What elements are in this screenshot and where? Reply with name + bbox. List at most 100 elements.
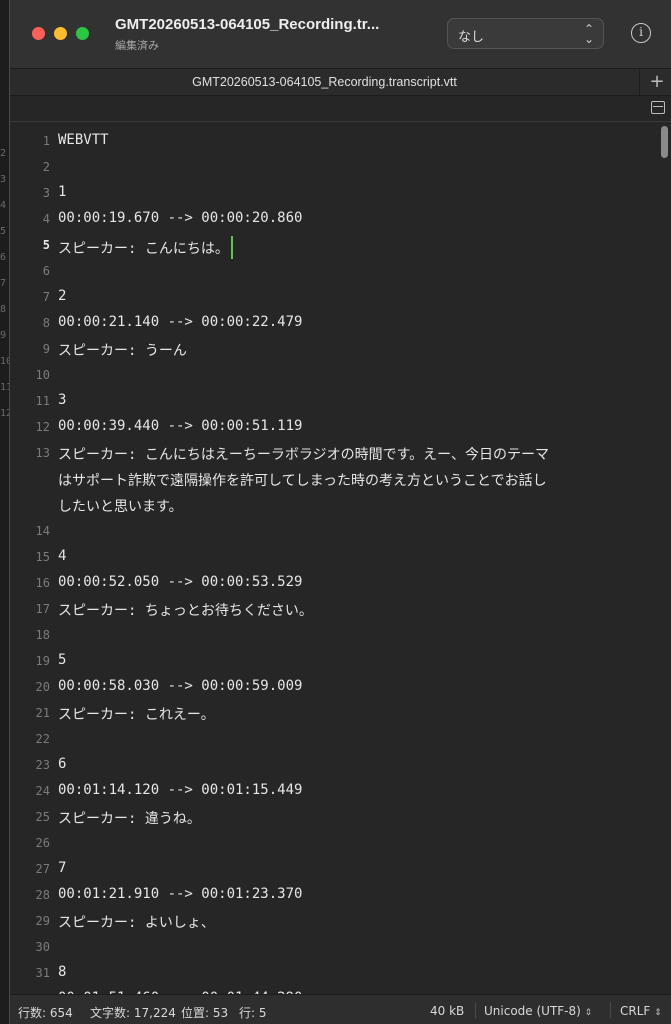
text-line-content: 4 xyxy=(58,548,67,564)
background-line-number: 8 xyxy=(0,304,7,315)
text-line-content: 00:00:52.050 --> 00:00:53.529 xyxy=(58,574,303,590)
text-line-content: 00:01:21.910 --> 00:01:23.370 xyxy=(58,886,303,902)
line-number: 2 xyxy=(42,160,50,174)
line-number: 14 xyxy=(35,524,50,538)
text-line: 8 xyxy=(58,964,66,980)
line-number: 29 xyxy=(35,914,50,928)
text-line: 00:00:39.440 --> 00:00:51.119 xyxy=(58,418,302,434)
text-line: スピーカー: うーん xyxy=(58,340,187,360)
text-line: 2 xyxy=(58,288,66,304)
row-status: 行: 5 xyxy=(239,1006,267,1020)
line-ending-chevron-icon: ⇕ xyxy=(654,1008,662,1018)
background-line-number: 9 xyxy=(0,330,7,341)
line-ending-selector[interactable]: CRLF ⇕ xyxy=(620,1004,662,1018)
line-number: 1 xyxy=(42,134,50,148)
text-line: 00:00:19.670 --> 00:00:20.860 xyxy=(58,210,302,226)
line-number: 28 xyxy=(35,888,50,902)
text-line: スピーカー: こんにちはえーちーラボラジオの時間です。えー、今日のテーマ xyxy=(58,444,549,464)
line-number: 5 xyxy=(42,238,50,252)
up-down-chevron-icon: ⌃ ⌄ xyxy=(583,22,594,46)
line-number: 19 xyxy=(35,654,50,668)
text-line-content: 3 xyxy=(58,392,67,408)
maximize-button[interactable] xyxy=(76,27,89,40)
add-tab-button[interactable]: + xyxy=(646,71,668,93)
close-button[interactable] xyxy=(32,27,45,40)
encoding-chevron-icon: ⇕ xyxy=(584,1008,593,1018)
text-line-content: スピーカー: こんにちは。 xyxy=(58,241,229,257)
background-line-number: 7 xyxy=(0,278,7,289)
line-number: 30 xyxy=(35,940,50,954)
line-number: 4 xyxy=(42,212,50,226)
line-number: 13 xyxy=(35,446,50,460)
text-line: スピーカー: これえー。 xyxy=(58,704,215,724)
line-number: 26 xyxy=(35,836,50,850)
text-line: WEBVTT xyxy=(58,132,109,148)
text-line: 7 xyxy=(58,860,66,876)
line-number: 9 xyxy=(42,342,50,356)
file-size: 40 kB xyxy=(430,1004,465,1018)
text-line-content: 00:00:58.030 --> 00:00:59.009 xyxy=(58,678,303,694)
line-number: 20 xyxy=(35,680,50,694)
line-number: 24 xyxy=(35,784,50,798)
background-line-number: 6 xyxy=(0,252,7,263)
window-controls xyxy=(32,27,89,40)
text-line: 6 xyxy=(58,756,66,772)
line-number: 6 xyxy=(42,264,50,278)
background-line-number: 4 xyxy=(0,200,7,211)
text-editor[interactable]: 1 2 3 4 5 6 7 8 9 10 11 12 13 14 15 16 17 18 19 20 21 22 23 24 2… xyxy=(10,122,671,994)
encoding-selector[interactable]: Unicode (UTF-8) ⇕ xyxy=(484,1004,592,1018)
line-number: 8 xyxy=(42,316,50,330)
line-number: 3 xyxy=(42,186,50,200)
text-line: 3 xyxy=(58,392,66,408)
status-bar: 行数: 654 文字数: 17,224 位置: 53 行: 5 40 kB Un… xyxy=(10,994,671,1024)
text-line: 00:01:21.910 --> 00:01:23.370 xyxy=(58,886,302,902)
syntax-select-value: なし xyxy=(458,30,485,45)
text-line-content: スピーカー: これえー。 xyxy=(58,707,215,723)
char-count-status: 文字数: 17,224 xyxy=(90,1006,176,1020)
text-line: 00:00:52.050 --> 00:00:53.529 xyxy=(58,574,302,590)
position-status: 位置: 53 xyxy=(181,1006,229,1020)
text-line-content: スピーカー: よいしょ、 xyxy=(58,915,215,931)
window-title: GMT20260513-064105_Recording.tr... xyxy=(115,16,380,33)
line-number: 16 xyxy=(35,576,50,590)
text-line-content: 1 xyxy=(58,184,67,200)
text-line-content: 00:00:19.670 --> 00:00:20.860 xyxy=(58,210,303,226)
edited-status: 編集済み xyxy=(115,39,159,52)
line-number-gutter: 1 2 3 4 5 6 7 8 9 10 11 12 13 14 15 16 17 18 19 20 21 22 23 24 2… xyxy=(10,122,50,994)
line-number: 25 xyxy=(35,810,50,824)
line-number: 7 xyxy=(42,290,50,304)
text-line: 4 xyxy=(58,548,66,564)
background-line-number: 3 xyxy=(0,174,7,185)
line-number: 31 xyxy=(35,966,50,980)
scrollbar-thumb[interactable] xyxy=(661,126,668,158)
tab-transcript[interactable]: GMT20260513-064105_Recording.transcript.… xyxy=(10,69,640,97)
wrapped-text-line: はサポート詐欺で遠隔操作を許可してしまった時の考え方ということでお話し xyxy=(58,473,547,489)
text-line-content: スピーカー: 違うね。 xyxy=(58,811,201,827)
line-number: 17 xyxy=(35,602,50,616)
line-number: 22 xyxy=(35,732,50,746)
text-line-content: スピーカー: ちょっとお待ちください。 xyxy=(58,603,313,619)
split-panel-icon[interactable] xyxy=(651,101,665,114)
text-line: スピーカー: よいしょ、 xyxy=(58,912,215,932)
text-line-content: 00:01:14.120 --> 00:01:15.449 xyxy=(58,782,303,798)
wrapped-text-line: したいと思います。 xyxy=(58,499,183,515)
text-line-content: 8 xyxy=(58,964,67,980)
line-number: 15 xyxy=(35,550,50,564)
line-number: 21 xyxy=(35,706,50,720)
line-number: 12 xyxy=(35,420,50,434)
toolbar-strip xyxy=(10,96,671,122)
info-icon[interactable]: i xyxy=(631,23,651,43)
minimize-button[interactable] xyxy=(54,27,67,40)
syntax-select[interactable]: なし ⌃ ⌄ xyxy=(447,18,604,49)
line-number: 23 xyxy=(35,758,50,772)
line-number: 27 xyxy=(35,862,50,876)
titlebar: GMT20260513-064105_Recording.tr... 編集済み … xyxy=(10,0,671,68)
text-line: スピーカー: ちょっとお待ちください。 xyxy=(58,600,313,620)
text-line-content: スピーカー: うーん xyxy=(58,343,187,359)
text-line-content: 5 xyxy=(58,652,67,668)
tab-bar: GMT20260513-064105_Recording.transcript.… xyxy=(10,68,671,97)
text-line-content: WEBVTT xyxy=(58,132,109,148)
text-line-content: スピーカー: こんにちはえーちーラボラジオの時間です。えー、今日のテーマ xyxy=(58,447,550,463)
line-number: 18 xyxy=(35,628,50,642)
text-line-content: 2 xyxy=(58,288,67,304)
